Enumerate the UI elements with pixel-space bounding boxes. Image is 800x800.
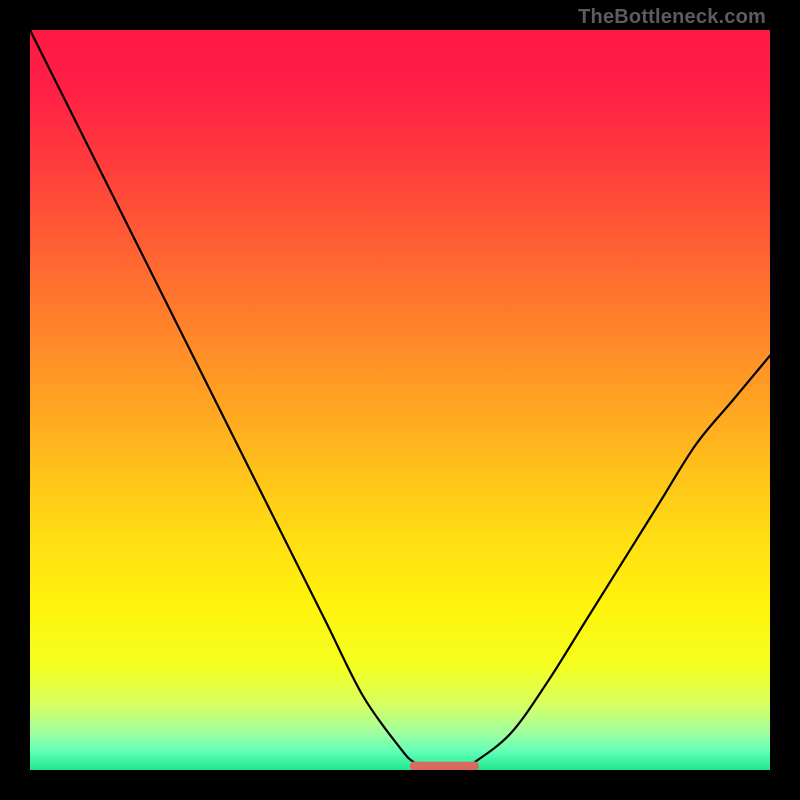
black-frame: TheBottleneck.com (0, 0, 800, 800)
curve-layer (30, 30, 770, 770)
watermark-text: TheBottleneck.com (578, 6, 766, 29)
bottleneck-curve (30, 30, 770, 770)
plot-area (30, 30, 770, 770)
